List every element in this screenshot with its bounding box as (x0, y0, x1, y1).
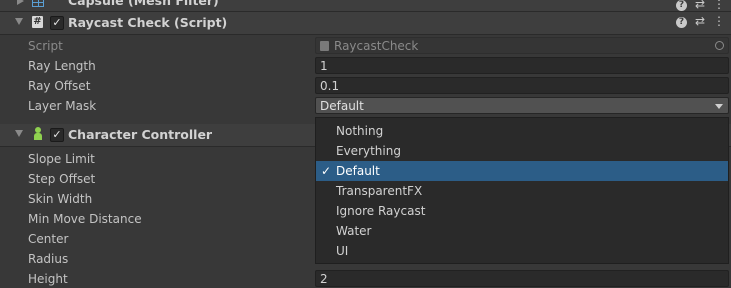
menu-item-water[interactable]: Water (316, 221, 728, 241)
mesh-filter-header[interactable]: Capsule (Mesh Filter) ? ⇄ ⋮ (0, 0, 731, 12)
ray-length-field[interactable]: 1 (315, 57, 729, 74)
layer-mask-menu: Nothing Everything ✓ Default TransparentF… (315, 117, 729, 264)
center-label: Center (28, 232, 69, 246)
slope-limit-label: Slope Limit (28, 152, 95, 166)
script-label: Script (28, 39, 63, 53)
ray-length-label: Ray Length (28, 59, 96, 73)
mesh-filter-header-icons: ? ⇄ ⋮ (675, 0, 725, 11)
script-hash-icon: # (32, 16, 43, 28)
ray-offset-field[interactable]: 0.1 (315, 77, 729, 94)
script-field[interactable]: RaycastCheck (315, 37, 729, 54)
script-field-value: RaycastCheck (334, 39, 419, 53)
radius-label: Radius (28, 252, 69, 266)
menu-item-ui[interactable]: UI (316, 241, 728, 261)
menu-item-default[interactable]: ✓ Default (316, 161, 728, 181)
raycast-check-title: Raycast Check (Script) (68, 15, 228, 30)
layer-mask-label: Layer Mask (28, 99, 97, 113)
mesh-grid-icon (32, 0, 44, 7)
presets-icon[interactable]: ⇄ (695, 14, 705, 28)
menu-item-everything[interactable]: Everything (316, 141, 728, 161)
height-label: Height (28, 272, 68, 286)
raycast-header-icons: ? ⇄ ⋮ (675, 14, 725, 28)
layer-mask-dropdown[interactable]: Default (315, 97, 729, 114)
raycast-enabled-checkbox[interactable]: ✓ (50, 16, 64, 30)
foldout-expanded-icon[interactable] (15, 130, 23, 137)
script-file-icon (320, 41, 329, 51)
foldout-collapsed-icon[interactable] (17, 0, 24, 5)
checkmark-icon: ✓ (321, 164, 332, 178)
step-offset-label: Step Offset (28, 172, 96, 186)
more-options-icon[interactable]: ⋮ (713, 14, 725, 28)
presets-icon[interactable]: ⇄ (695, 0, 705, 11)
menu-item-transparentfx[interactable]: TransparentFX (316, 181, 728, 201)
dropdown-arrow-icon (715, 104, 723, 109)
help-icon[interactable]: ? (675, 17, 687, 28)
object-picker-icon[interactable] (715, 41, 724, 50)
help-icon[interactable]: ? (675, 0, 687, 11)
raycast-check-header[interactable]: # ✓ Raycast Check (Script) ? ⇄ ⋮ (0, 12, 731, 35)
min-move-distance-label: Min Move Distance (28, 212, 142, 226)
ray-offset-label: Ray Offset (28, 79, 91, 93)
menu-item-nothing[interactable]: Nothing (316, 121, 728, 141)
skin-width-label: Skin Width (28, 192, 93, 206)
foldout-expanded-icon[interactable] (15, 18, 23, 25)
more-options-icon[interactable]: ⋮ (713, 0, 725, 11)
height-field[interactable]: 2 (315, 270, 729, 287)
mesh-filter-title: Capsule (Mesh Filter) (68, 0, 219, 8)
character-controller-enabled-checkbox[interactable]: ✓ (50, 128, 64, 142)
menu-item-ignore-raycast[interactable]: Ignore Raycast (316, 201, 728, 221)
layer-mask-value: Default (320, 99, 364, 113)
character-controller-icon (32, 127, 44, 141)
character-controller-title: Character Controller (68, 127, 213, 142)
